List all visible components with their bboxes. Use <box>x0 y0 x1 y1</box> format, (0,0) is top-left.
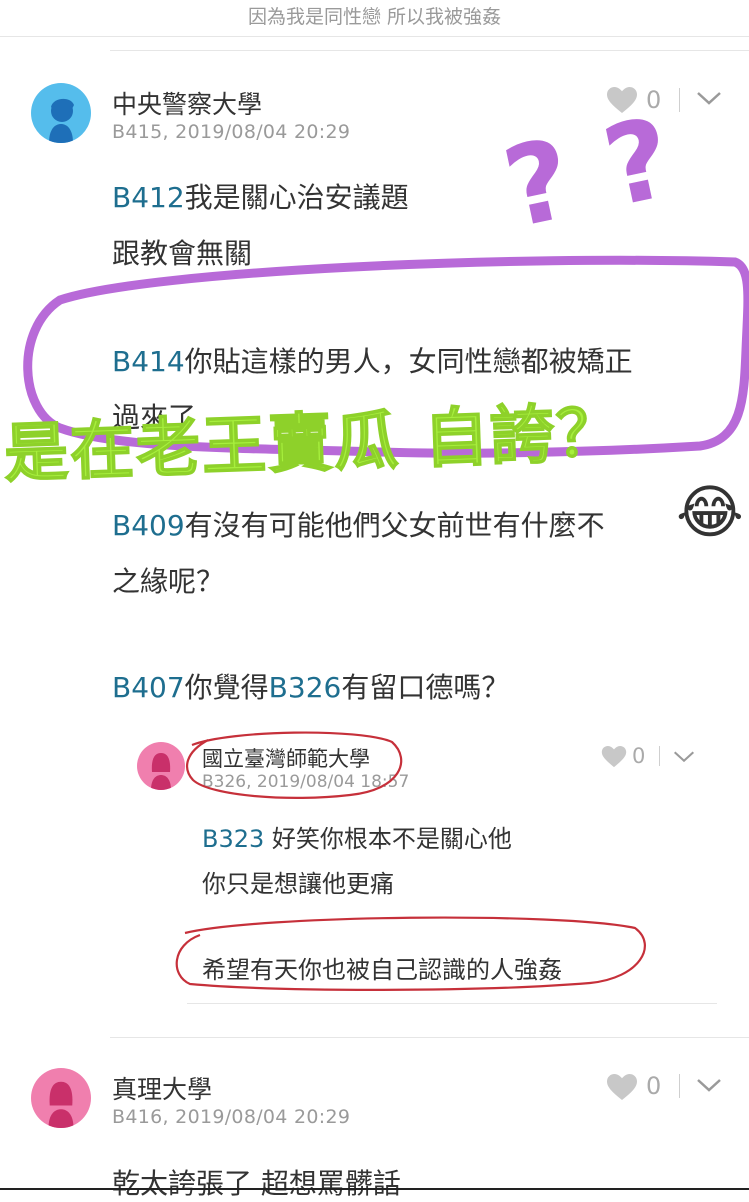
red-circle-author <box>186 731 403 799</box>
red-circle-line <box>175 916 646 991</box>
question-marks: ? ? <box>493 93 683 253</box>
tears-of-joy-emoji: 😂 <box>676 478 744 546</box>
